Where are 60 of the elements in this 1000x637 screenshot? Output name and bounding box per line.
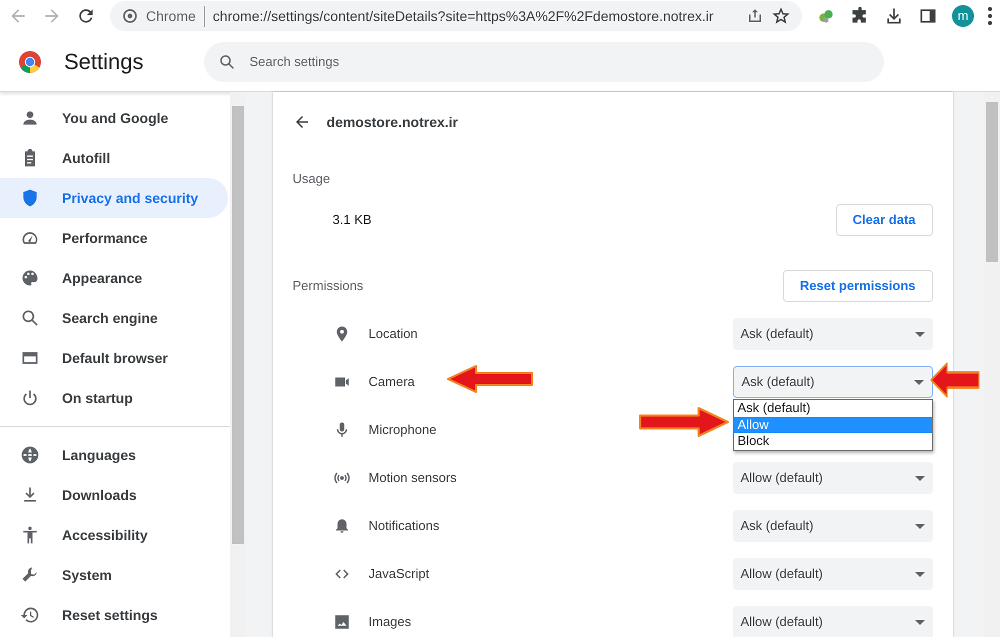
search-icon (218, 52, 236, 70)
sidebar-item[interactable]: On startup (0, 378, 228, 418)
caret-icon (914, 572, 925, 576)
site-title: demostore.notrex.ir (326, 112, 458, 132)
page-title: Settings (64, 48, 144, 76)
section-heading: Usage (292, 170, 330, 188)
sidebar-item[interactable]: Default browser (0, 338, 228, 378)
sidebar-item[interactable]: Reset settings (0, 595, 228, 635)
permission-dropdown[interactable]: Allow (default) (732, 558, 933, 590)
caret-icon (914, 620, 925, 624)
more-menu-icon[interactable] (988, 7, 992, 25)
permission-dropdown[interactable]: Allow (default) (732, 606, 933, 637)
palette-icon (20, 268, 40, 288)
left-arrow-annotation (930, 361, 980, 399)
history-icon (20, 605, 40, 625)
address-bar[interactable]: Chrome chrome://settings/content/siteDetails?site=https%3A%2F%2Fdemostore.notrex.ir (110, 1, 802, 31)
caret-icon (914, 524, 925, 528)
sidebar-item[interactable]: Privacy and security (0, 178, 228, 218)
image-icon (332, 613, 351, 631)
globe-icon (20, 445, 40, 465)
sidebar-item[interactable]: Downloads (0, 475, 228, 515)
permission-label: Images (368, 613, 412, 632)
scrollbar[interactable] (984, 92, 1000, 637)
caret-icon (914, 332, 925, 336)
dropdown-option[interactable]: Ask (default) (734, 400, 932, 416)
permission-label: Microphone (368, 421, 436, 440)
profile-avatar[interactable]: m (952, 5, 974, 27)
permission-label: Camera (368, 373, 415, 392)
scrollbar[interactable] (230, 92, 246, 637)
dropdown-option[interactable]: Block (734, 433, 932, 450)
url-text: chrome://settings/content/siteDetails?site=https%3A%2F%2Fdemostore.notrex.ir (212, 6, 714, 26)
permission-label: Motion sensors (368, 469, 457, 488)
share-icon (746, 7, 764, 25)
caret-icon (914, 380, 924, 384)
sidebar-item[interactable]: Performance (0, 218, 228, 258)
permission-label: Location (368, 325, 418, 344)
site-info-icon (122, 8, 138, 24)
clear-data-button[interactable]: Clear data (836, 204, 933, 236)
permission-dropdown[interactable]: Ask (default) (732, 510, 933, 542)
sidebar-item[interactable]: Accessibility (0, 515, 228, 555)
permission-dropdown[interactable]: Ask (default) (732, 366, 933, 398)
search-field[interactable]: Search settings (204, 42, 884, 82)
chrome-logo-icon (18, 50, 42, 74)
sidebar-item[interactable]: Appearance (0, 258, 228, 298)
sidebar-item[interactable]: You and Google (0, 98, 228, 138)
sidebar-item[interactable]: Languages (0, 435, 228, 475)
omnibox-label: Chrome (146, 6, 205, 26)
sidebar-item[interactable]: System (0, 555, 228, 595)
caret-icon (914, 476, 925, 480)
reset-permissions-button[interactable]: Reset permissions (782, 270, 933, 302)
permission-label: JavaScript (368, 565, 430, 584)
star-icon (772, 7, 790, 25)
permission-dropdown[interactable]: Ask (default) (732, 318, 933, 350)
usage-size: 3.1 KB (332, 211, 372, 230)
permission-label: Notifications (368, 517, 440, 536)
sidebar-item[interactable]: Autofill (0, 138, 228, 178)
search-icon (20, 308, 40, 328)
sidebar-item[interactable]: Search engine (0, 298, 228, 338)
permission-dropdown[interactable]: Allow (default) (732, 462, 933, 494)
section-heading: Permissions (292, 277, 364, 296)
